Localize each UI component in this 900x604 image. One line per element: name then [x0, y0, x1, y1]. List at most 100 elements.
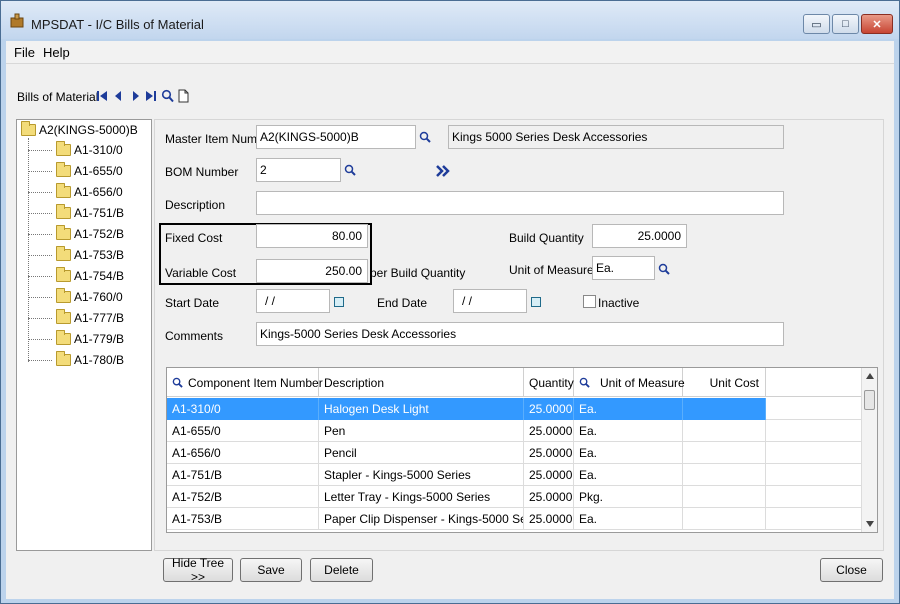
table-row[interactable]: A1-751/B Stapler - Kings-5000 Series 25.…: [167, 464, 863, 486]
previous-record-icon[interactable]: [112, 89, 125, 103]
header-quantity[interactable]: Quantity: [524, 368, 574, 397]
tree-item-label: A1-754/B: [74, 269, 125, 283]
tree-root-label: A2(KINGS-5000)B: [39, 123, 138, 137]
last-record-icon[interactable]: [144, 89, 157, 103]
header-component-item[interactable]: Component Item Number: [167, 368, 323, 397]
end-date-field[interactable]: / /: [453, 289, 527, 313]
description-field[interactable]: [256, 191, 784, 215]
tree-item[interactable]: A1-779/B: [28, 330, 124, 348]
header-unit-of-measure[interactable]: Unit of Measure: [574, 368, 685, 397]
scroll-thumb[interactable]: [864, 390, 875, 410]
calendar-icon[interactable]: [531, 297, 541, 307]
description-label: Description: [165, 198, 226, 212]
cell-description: Pencil: [319, 442, 524, 464]
header-unit-cost[interactable]: Unit Cost: [683, 368, 766, 397]
cell-quantity: 25.0000: [524, 486, 574, 508]
bom-number-label: BOM Number: [165, 165, 239, 179]
maximize-icon: □: [842, 18, 849, 30]
unit-of-measure-field[interactable]: Ea.: [592, 256, 655, 280]
folder-icon: [56, 351, 71, 366]
cell-quantity: 25.0000: [524, 442, 574, 464]
cell-quantity: 25.0000: [524, 420, 574, 442]
scroll-down-icon[interactable]: [866, 521, 874, 527]
tree-item[interactable]: A1-751/B: [28, 204, 124, 222]
search-icon: [579, 377, 590, 388]
minimize-button[interactable]: ▭: [803, 14, 830, 34]
tree-item-label: A1-656/0: [74, 185, 123, 199]
cell-quantity: 25.0000: [524, 398, 574, 420]
folder-icon: [56, 225, 71, 240]
per-build-quantity-label: per Build Quantity: [370, 266, 466, 280]
cell-component: A1-655/0: [167, 420, 319, 442]
search-icon[interactable]: [161, 89, 174, 103]
start-date-field[interactable]: / /: [256, 289, 330, 313]
table-row[interactable]: A1-753/B Paper Clip Dispenser - Kings-50…: [167, 508, 863, 530]
folder-icon: [56, 246, 71, 261]
menu-help[interactable]: Help: [43, 45, 70, 60]
vertical-scrollbar[interactable]: [861, 368, 877, 532]
tree-item[interactable]: A1-777/B: [28, 309, 124, 327]
close-window-button[interactable]: ✕: [861, 14, 893, 34]
cell-component: A1-753/B: [167, 508, 319, 530]
calendar-icon[interactable]: [334, 297, 344, 307]
maximize-button[interactable]: □: [832, 14, 859, 34]
new-document-icon[interactable]: [177, 89, 190, 103]
tree-item[interactable]: A1-760/0: [28, 288, 123, 306]
hide-tree-button[interactable]: Hide Tree >>: [163, 556, 233, 584]
title-bar: MPSDAT - I/C Bills of Material ▭ □ ✕: [1, 1, 899, 39]
table-row[interactable]: A1-655/0 Pen 25.0000 Ea.: [167, 420, 863, 442]
cell-uom: Ea.: [574, 398, 683, 420]
first-record-icon[interactable]: [96, 89, 109, 103]
search-icon: [172, 377, 183, 388]
cell-uom: Pkg.: [574, 486, 683, 508]
comments-label: Comments: [165, 329, 224, 343]
bom-number-field[interactable]: 2: [256, 158, 341, 182]
bom-tree[interactable]: A2(KINGS-5000)B A1-310/0 A1-655/0 A1-656…: [16, 119, 152, 551]
build-quantity-label: Build Quantity: [509, 231, 584, 245]
unit-of-measure-label: Unit of Measure: [509, 263, 594, 277]
tree-item-label: A1-777/B: [74, 311, 125, 325]
inactive-checkbox[interactable]: [583, 295, 596, 308]
cell-component: A1-751/B: [167, 464, 319, 486]
cell-description: Paper Clip Dispenser - Kings-5000 Series: [319, 508, 524, 530]
cell-uom: Ea.: [574, 464, 683, 486]
master-item-field[interactable]: A2(KINGS-5000)B: [256, 125, 416, 149]
folder-icon: [56, 288, 71, 303]
tree-item-label: A1-655/0: [74, 164, 123, 178]
tree-item[interactable]: A1-780/B: [28, 351, 124, 369]
components-grid[interactable]: Component Item Number Description Quanti…: [166, 367, 878, 533]
comments-field[interactable]: Kings-5000 Series Desk Accessories: [256, 322, 784, 346]
cell-unit-cost: [683, 508, 766, 530]
unit-of-measure-search-icon[interactable]: [658, 263, 670, 275]
tree-item[interactable]: A1-753/B: [28, 246, 124, 264]
build-quantity-field[interactable]: 25.0000: [592, 224, 687, 248]
tree-item[interactable]: A1-655/0: [28, 162, 123, 180]
tree-item[interactable]: A1-310/0: [28, 141, 123, 159]
next-record-icon[interactable]: [129, 89, 142, 103]
tree-item[interactable]: A1-656/0: [28, 183, 123, 201]
variable-cost-field[interactable]: 250.00: [256, 259, 368, 283]
cell-unit-cost: [683, 442, 766, 464]
tree-item[interactable]: A1-754/B: [28, 267, 124, 285]
minimize-icon: ▭: [811, 18, 822, 31]
menu-file[interactable]: File: [14, 45, 35, 60]
bom-number-search-icon[interactable]: [344, 164, 356, 176]
table-row[interactable]: A1-752/B Letter Tray - Kings-5000 Series…: [167, 486, 863, 508]
save-button[interactable]: Save: [240, 558, 302, 582]
master-item-search-icon[interactable]: [419, 131, 431, 143]
double-chevron-right-icon[interactable]: [435, 164, 451, 178]
folder-icon: [21, 121, 36, 136]
close-button[interactable]: Close: [820, 558, 883, 582]
tree-item[interactable]: A1-752/B: [28, 225, 124, 243]
close-icon: ✕: [872, 18, 882, 31]
tree-item-label: A1-780/B: [74, 353, 125, 367]
header-description[interactable]: Description: [319, 368, 524, 397]
tree-root-item[interactable]: A2(KINGS-5000)B: [21, 121, 138, 137]
tree-item-label: A1-753/B: [74, 248, 125, 262]
master-item-description: Kings 5000 Series Desk Accessories: [448, 125, 784, 149]
table-row[interactable]: A1-310/0 Halogen Desk Light 25.0000 Ea.: [167, 398, 863, 420]
table-row[interactable]: A1-656/0 Pencil 25.0000 Ea.: [167, 442, 863, 464]
fixed-cost-field[interactable]: 80.00: [256, 224, 368, 248]
scroll-up-icon[interactable]: [866, 373, 874, 379]
delete-button[interactable]: Delete: [310, 558, 373, 582]
